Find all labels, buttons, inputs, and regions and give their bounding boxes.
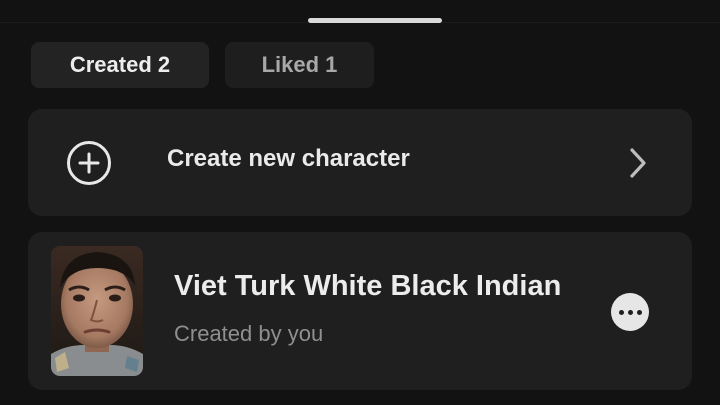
- sheet-drag-handle[interactable]: [308, 18, 442, 23]
- characters-panel: Created 2 Liked 1 Create new character V…: [0, 0, 720, 405]
- character-creator-label: Created by you: [174, 321, 324, 346]
- chevron-right-icon: [630, 148, 646, 178]
- more-horizontal-icon: [618, 309, 624, 315]
- plus-circle-icon: [67, 141, 111, 185]
- more-options-button[interactable]: [611, 293, 649, 331]
- create-character-label: Create new character: [167, 145, 410, 172]
- character-name: Viet Turk White Black Indian: [174, 270, 562, 302]
- more-horizontal-icon: [627, 309, 633, 315]
- tab-created[interactable]: Created 2: [31, 42, 209, 88]
- more-horizontal-icon: [636, 309, 642, 315]
- avatar-portrait-image: [51, 246, 143, 376]
- tab-bar: Created 2 Liked 1: [31, 42, 374, 88]
- tab-liked[interactable]: Liked 1: [225, 42, 374, 88]
- avatar: [51, 246, 143, 376]
